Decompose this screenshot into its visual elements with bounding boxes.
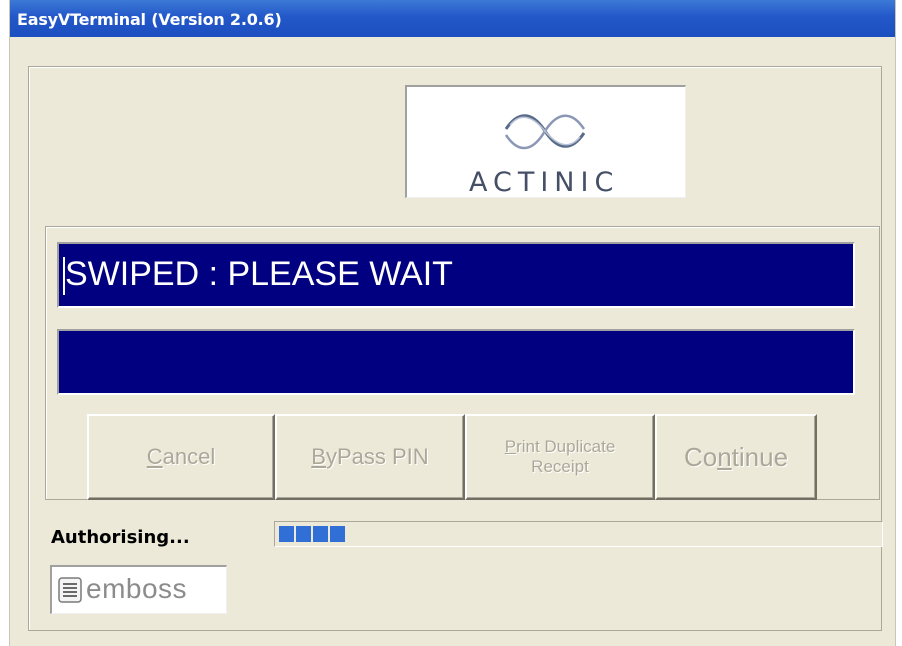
emboss-icon <box>58 577 82 603</box>
cancel-button-label: Cancel <box>146 444 216 469</box>
cancel-button[interactable]: Cancel <box>87 414 275 500</box>
bypass-pin-button[interactable]: ByPass PIN <box>275 414 465 500</box>
continue-button-label: Continue <box>683 441 789 472</box>
actinic-logo: ACTINIC <box>405 85 686 198</box>
progress-block <box>279 526 294 542</box>
progress-bar <box>274 521 883 547</box>
display-line-2 <box>57 329 855 395</box>
progress-block <box>296 526 311 542</box>
bypass-pin-button-label: ByPass PIN <box>311 444 429 469</box>
display-message: SWIPED : PLEASE WAIT <box>65 255 453 293</box>
actinic-wordmark: ACTINIC <box>469 167 620 198</box>
window-title: EasyVTerminal (Version 2.0.6) <box>17 10 282 29</box>
continue-button[interactable]: Continue <box>655 414 817 500</box>
progress-block <box>313 526 328 542</box>
display-line-1: SWIPED : PLEASE WAIT <box>57 242 855 308</box>
progress-block <box>330 526 345 542</box>
emboss-logo: emboss <box>50 565 227 614</box>
print-duplicate-receipt-label: Print Duplicate Receipt <box>504 437 616 476</box>
status-label: Authorising... <box>51 527 190 548</box>
easyvterminal-window: EasyVTerminal (Version 2.0.6) ACTINIC SW… <box>9 0 896 646</box>
print-duplicate-receipt-button[interactable]: Print Duplicate Receipt <box>465 414 655 500</box>
emboss-wordmark: emboss <box>86 573 188 604</box>
title-bar[interactable]: EasyVTerminal (Version 2.0.6) <box>10 0 895 37</box>
actinic-wave-icon <box>504 114 586 150</box>
progress-bar-fill <box>279 526 345 542</box>
